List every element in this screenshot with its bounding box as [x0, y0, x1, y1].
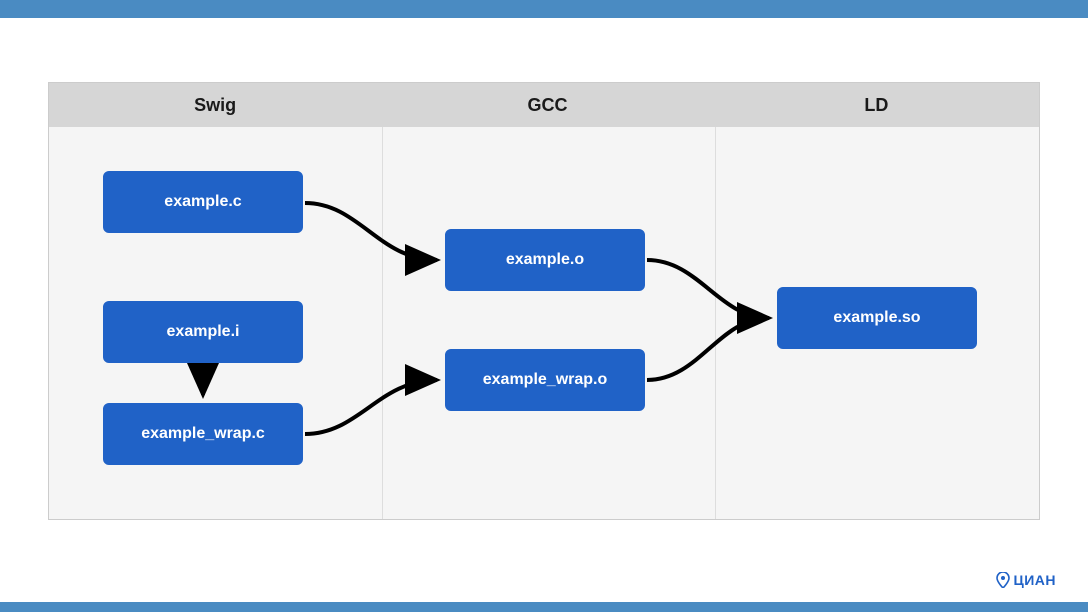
- column-header-ld: LD: [714, 83, 1039, 127]
- logo: ЦИАН: [996, 572, 1056, 588]
- pin-icon: [996, 572, 1010, 588]
- column-header-row: Swig GCC LD: [49, 83, 1039, 127]
- arrow-wrap-o-to-so: [647, 318, 769, 380]
- node-example-c: example.c: [103, 171, 303, 233]
- column-separator: [382, 127, 383, 519]
- node-example-wrap-o: example_wrap.o: [445, 349, 645, 411]
- node-example-o: example.o: [445, 229, 645, 291]
- diagram-body: example.c example.i example_wrap.c examp…: [49, 127, 1039, 519]
- node-example-i: example.i: [103, 301, 303, 363]
- node-example-wrap-c: example_wrap.c: [103, 403, 303, 465]
- arrow-c-to-o: [305, 203, 437, 260]
- bottom-bar: [0, 602, 1088, 612]
- node-example-so: example.so: [777, 287, 977, 349]
- diagram-frame: Swig GCC LD example.c example.i example_…: [48, 82, 1040, 520]
- arrow-o-to-so: [647, 260, 769, 318]
- arrow-wrap-c-to-wrap-o: [305, 380, 437, 434]
- column-header-swig: Swig: [49, 83, 381, 127]
- column-header-gcc: GCC: [381, 83, 713, 127]
- top-bar: [0, 0, 1088, 18]
- column-separator: [715, 127, 716, 519]
- logo-text: ЦИАН: [1013, 572, 1056, 588]
